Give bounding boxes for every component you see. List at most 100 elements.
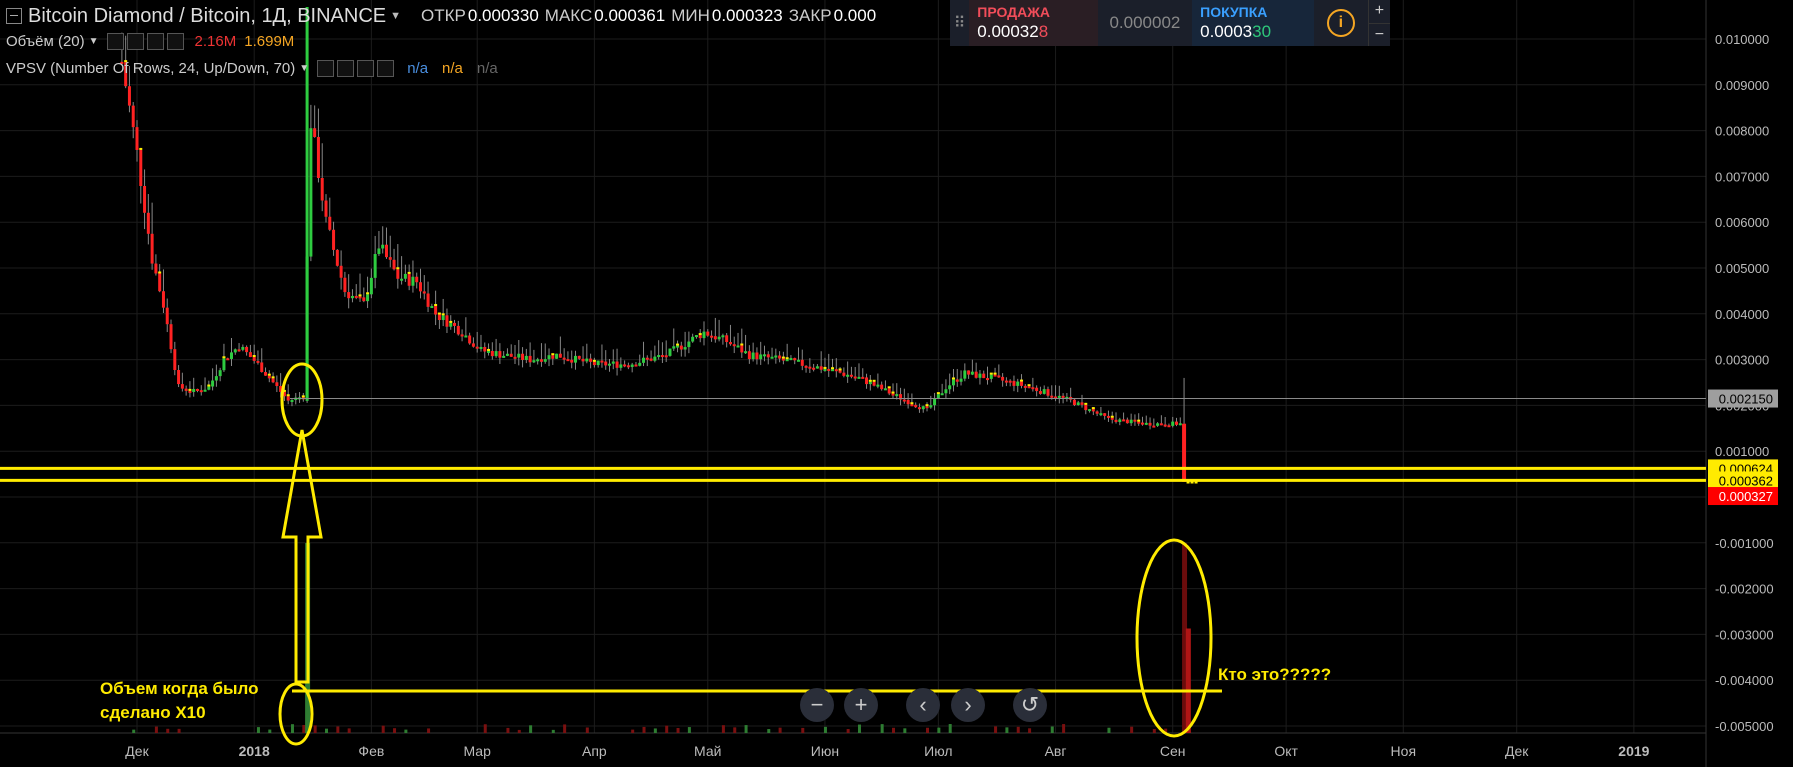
candle-body	[679, 345, 683, 350]
candle-body	[812, 367, 816, 370]
candle-marker	[407, 271, 411, 274]
candle-marker	[158, 271, 162, 274]
quantity-stepper[interactable]: + −	[1367, 0, 1390, 47]
candle-body	[676, 345, 680, 348]
plus-icon[interactable]: +	[1369, 0, 1390, 23]
candle-body	[1023, 385, 1027, 388]
volume-bar	[744, 725, 748, 733]
candle-marker	[286, 394, 290, 397]
candle-marker	[592, 359, 596, 362]
chevron-down-icon[interactable]: ▼	[89, 36, 99, 47]
candle-body	[657, 355, 661, 358]
candle-marker	[487, 348, 491, 351]
candle-body	[358, 296, 362, 299]
candle-body	[233, 349, 237, 353]
candle-marker	[989, 372, 993, 375]
candle-body	[1140, 422, 1144, 425]
candle-body	[494, 351, 498, 357]
candle-body	[921, 406, 925, 410]
volume-bar	[687, 727, 691, 733]
volume-bar	[381, 725, 385, 733]
vpsv-indicator-label[interactable]: VPSV (Number Of Rows, 24, Up/Down, 70)	[6, 60, 295, 77]
candle-body	[1084, 404, 1088, 411]
candle-body	[169, 324, 173, 350]
candle-body	[914, 404, 918, 408]
candle-body	[350, 295, 354, 299]
candle-body	[264, 372, 268, 376]
candle-marker	[872, 379, 876, 382]
volume-bar	[256, 727, 260, 733]
symbol-title[interactable]: Bitcoin Diamond / Bitcoin, 1Д, BINANCE	[28, 5, 386, 28]
vpsv-value-1: n/a	[407, 60, 429, 77]
plus-icon[interactable]	[357, 60, 375, 77]
candle-body	[1144, 422, 1148, 425]
candle-body	[1125, 419, 1129, 424]
candle-body	[766, 354, 770, 358]
candle-body	[876, 384, 880, 387]
eye-icon[interactable]	[106, 33, 124, 50]
candle-body	[241, 346, 245, 350]
candle-body	[528, 355, 532, 363]
close-icon[interactable]	[377, 60, 395, 77]
candle-body	[1159, 423, 1163, 426]
buy-price: 0.000330	[1200, 22, 1314, 42]
candle-body	[978, 373, 982, 378]
zoom-out-button[interactable]: −	[800, 688, 834, 722]
y-tick-label: -0.005000	[1715, 719, 1774, 734]
plus-icon[interactable]	[146, 33, 164, 50]
candle-body	[970, 371, 974, 375]
gear-icon[interactable]	[126, 33, 144, 50]
x-tick-label: Май	[694, 743, 721, 759]
candle-body	[861, 376, 865, 379]
candle-body	[165, 307, 169, 325]
chevron-down-icon[interactable]: ▼	[299, 63, 309, 74]
minus-icon[interactable]: −	[1368, 22, 1390, 47]
candle-body	[838, 370, 842, 373]
candle-body	[192, 388, 196, 392]
chevron-down-icon[interactable]: ▼	[390, 10, 401, 22]
candle-body	[290, 400, 294, 403]
candle-body	[177, 370, 181, 385]
eye-icon[interactable]	[317, 60, 335, 77]
candle-marker	[951, 377, 955, 380]
annotation-left-line2: сделано Х10	[100, 703, 206, 722]
volume-indicator-label[interactable]: Объём (20)	[6, 33, 85, 50]
sell-button[interactable]: ПРОДАЖА 0.000328	[969, 0, 1098, 46]
candle-body	[1088, 409, 1092, 412]
candle-body	[910, 404, 914, 407]
scroll-right-button[interactable]: ›	[951, 688, 985, 722]
price-chart[interactable]: 0.010000 0.009000 0.008000 0.007000 0.006000…	[0, 0, 1793, 767]
candle-marker	[910, 402, 914, 405]
candle-body	[419, 282, 422, 292]
x-tick-label: Апр	[582, 743, 607, 759]
drag-handle-icon[interactable]: ⠿	[950, 0, 969, 46]
candle-body	[781, 358, 785, 361]
reset-chart-button[interactable]: ↺	[1013, 688, 1047, 722]
candle-body	[1118, 419, 1122, 422]
collapse-icon[interactable]	[6, 8, 22, 24]
sell-price-tail: 8	[1038, 22, 1049, 41]
candle-body	[275, 382, 279, 387]
volume-bar	[1050, 726, 1054, 733]
candle-body	[188, 390, 192, 393]
candle-body	[521, 353, 525, 360]
zoom-in-button[interactable]: +	[844, 688, 878, 722]
buy-button[interactable]: ПОКУПКА 0.000330	[1192, 0, 1314, 46]
info-button[interactable]: i	[1314, 0, 1368, 46]
candle-body	[422, 291, 426, 294]
close-icon[interactable]	[166, 33, 184, 50]
candle-body	[1038, 391, 1042, 394]
candle-body	[199, 390, 203, 393]
vpsv-indicator-row: VPSV (Number Of Rows, 24, Up/Down, 70) ▼…	[6, 60, 498, 77]
candle-body	[951, 379, 955, 386]
volume-bar	[733, 727, 737, 733]
candle-body	[226, 358, 230, 361]
gear-icon[interactable]	[337, 60, 355, 77]
x-tick-label: Фев	[358, 743, 384, 759]
scroll-left-button[interactable]: ‹	[906, 688, 940, 722]
candle-body	[751, 352, 755, 360]
y-tick-label: 0.007000	[1715, 169, 1769, 184]
candle-body	[608, 363, 611, 366]
annotation-right: Кто это?????	[1218, 665, 1332, 684]
candle-marker	[1137, 419, 1141, 422]
